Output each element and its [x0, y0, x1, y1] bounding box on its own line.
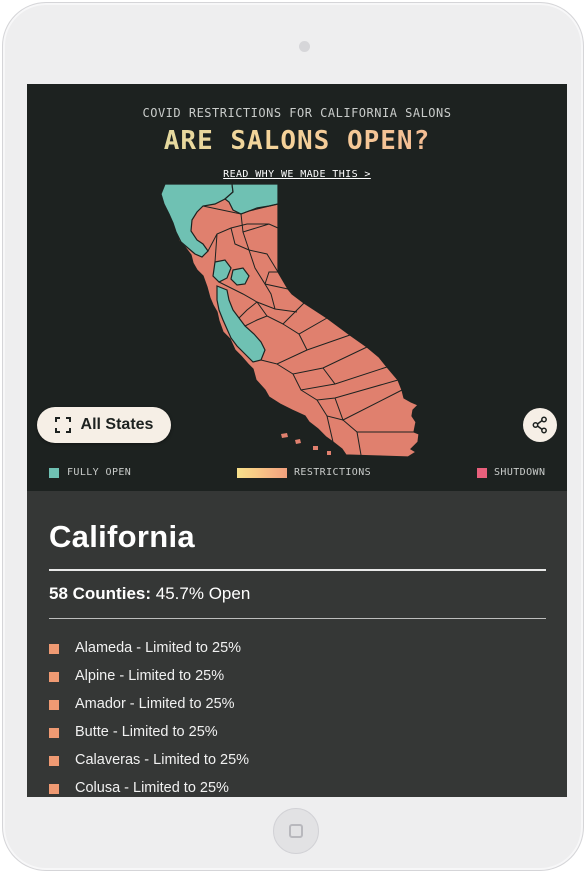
legend-label-open: FULLY OPEN	[67, 467, 132, 478]
all-states-button[interactable]: All States	[37, 407, 171, 443]
map-region-restricted[interactable]	[160, 184, 420, 458]
home-button[interactable]	[273, 808, 319, 854]
open-percent: 45.7% Open	[155, 584, 251, 603]
title-divider	[49, 569, 546, 571]
list-item[interactable]: Colusa - Limited to 25%	[49, 780, 546, 797]
counties-summary: 58 Counties: 45.7% Open	[49, 584, 250, 604]
legend-swatch-restrictions	[237, 468, 287, 478]
county-label: Butte - Limited to 25%	[75, 724, 218, 740]
county-label: Alameda - Limited to 25%	[75, 640, 242, 656]
state-title: California	[49, 519, 195, 554]
tablet-frame: COVID RESTRICTIONS FOR CALIFORNIA SALONS…	[2, 2, 584, 871]
share-icon	[532, 416, 547, 434]
page-title: ARE SALONS OPEN?	[27, 126, 567, 156]
list-item[interactable]: Alpine - Limited to 25%	[49, 668, 546, 696]
home-square-icon	[289, 824, 303, 838]
list-item[interactable]: Alameda - Limited to 25%	[49, 640, 546, 668]
county-list: Alameda - Limited to 25% Alpine - Limite…	[49, 640, 546, 797]
list-item[interactable]: Calaveras - Limited to 25%	[49, 752, 546, 780]
legend-label-shutdown: SHUTDOWN	[494, 467, 546, 478]
list-item[interactable]: Amador - Limited to 25%	[49, 696, 546, 724]
status-marker	[49, 784, 59, 794]
list-item[interactable]: Butte - Limited to 25%	[49, 724, 546, 752]
map-section: COVID RESTRICTIONS FOR CALIFORNIA SALONS…	[27, 84, 567, 491]
legend-swatch-shutdown	[477, 468, 487, 478]
share-button[interactable]	[523, 408, 557, 442]
camera-dot	[299, 41, 310, 52]
page-kicker: COVID RESTRICTIONS FOR CALIFORNIA SALONS	[142, 106, 452, 120]
county-label: Colusa - Limited to 25%	[75, 780, 229, 796]
detail-panel: California 58 Counties: 45.7% Open Alame…	[27, 491, 567, 797]
status-marker	[49, 700, 59, 710]
map-islands	[281, 433, 331, 455]
all-states-label: All States	[80, 416, 154, 433]
county-label: Calaveras - Limited to 25%	[75, 752, 250, 768]
status-marker	[49, 728, 59, 738]
county-label: Amador - Limited to 25%	[75, 696, 235, 712]
screen: COVID RESTRICTIONS FOR CALIFORNIA SALONS…	[27, 84, 567, 797]
expand-icon	[54, 417, 71, 433]
legend-swatch-open	[49, 468, 59, 478]
status-marker	[49, 672, 59, 682]
status-marker	[49, 644, 59, 654]
california-county-map[interactable]	[157, 184, 437, 459]
map-legend: FULLY OPEN RESTRICTIONS SHUTDOWN	[27, 467, 567, 481]
summary-divider	[49, 618, 546, 619]
county-label: Alpine - Limited to 25%	[75, 668, 225, 684]
status-marker	[49, 756, 59, 766]
read-why-link[interactable]: READ WHY WE MADE THIS >	[27, 169, 567, 180]
counties-count: 58 Counties:	[49, 584, 152, 603]
legend-label-restrictions: RESTRICTIONS	[294, 467, 372, 478]
